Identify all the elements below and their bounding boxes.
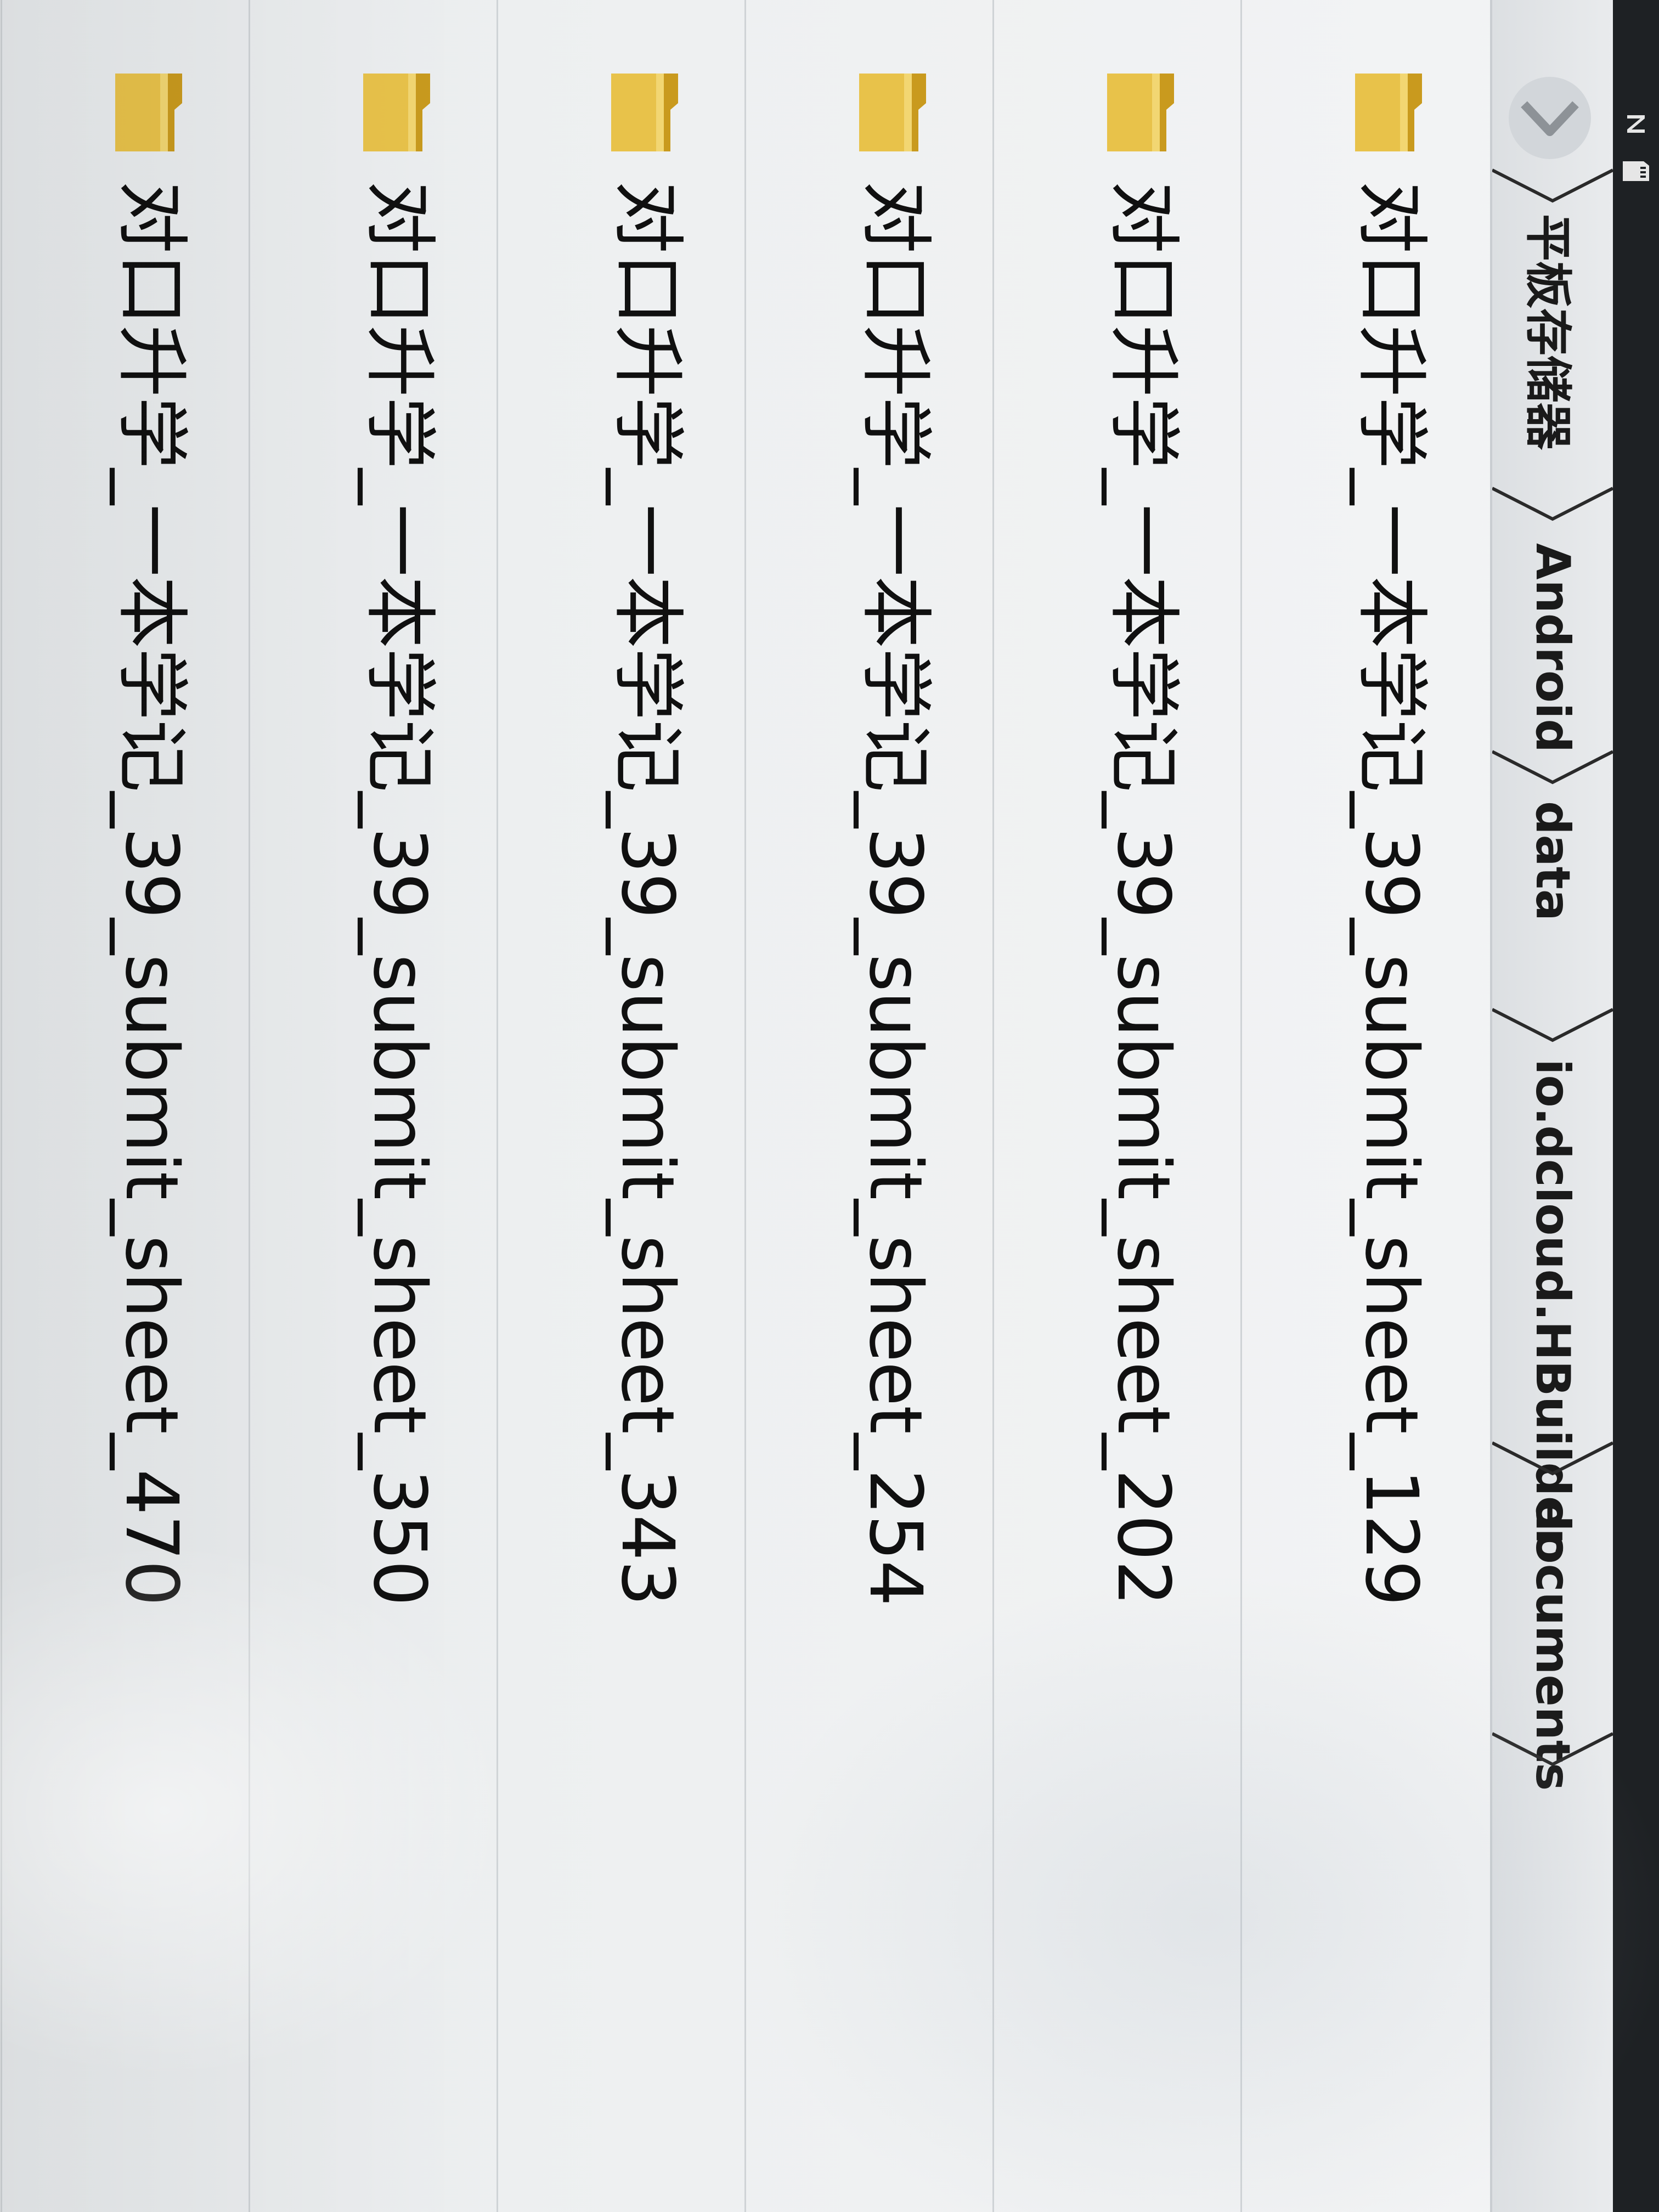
- file-name: 对口升学_一本学记_39_submit_sheet_254: [853, 181, 938, 1606]
- list-item[interactable]: 对口升学_一本学记_39_submit_sheet_350: [249, 0, 498, 2212]
- breadcrumb-separator: [1492, 1008, 1613, 1042]
- breadcrumb-separator: [1492, 487, 1613, 521]
- breadcrumb-separator: [1492, 1441, 1613, 1476]
- breadcrumb-item-data[interactable]: data: [1492, 801, 1613, 921]
- breadcrumb-item-label: data: [1525, 801, 1580, 921]
- list-item[interactable]: 对口升学_一本学记_39_submit_sheet_343: [496, 0, 746, 2212]
- file-name: 对口升学_一本学记_39_submit_sheet_470: [109, 181, 194, 1606]
- breadcrumb-item-tablet-storage[interactable]: 平板存储器: [1492, 214, 1613, 450]
- file-manager-screen: 平板存储器 Android data io.dcloud.HBuilder do…: [0, 0, 1659, 2212]
- photo-frame: 平板存储器 Android data io.dcloud.HBuilder do…: [0, 0, 1659, 2212]
- breadcrumb: 平板存储器 Android data io.dcloud.HBuilder do…: [1490, 0, 1613, 2212]
- folder-icon: [1355, 74, 1422, 151]
- folder-icon: [859, 74, 926, 151]
- folder-icon: [115, 74, 182, 151]
- file-name: 对口升学_一本学记_39_submit_sheet_350: [357, 181, 442, 1606]
- list-item[interactable]: 对口升学_一本学记_39_submit_sheet_470: [1, 0, 250, 2212]
- breadcrumb-item-android[interactable]: Android: [1492, 543, 1613, 753]
- list-item[interactable]: 对口升学_一本学记_39_submit_sheet_202: [992, 0, 1242, 2212]
- file-name: 对口升学_一本学记_39_submit_sheet_343: [605, 181, 690, 1606]
- sd-card-icon: [1622, 157, 1650, 185]
- file-name: 对口升学_一本学记_39_submit_sheet_129: [1349, 181, 1434, 1606]
- folder-icon: [611, 74, 678, 151]
- list-item[interactable]: 对口升学_一本学记_39_submit_sheet_129: [1240, 0, 1490, 2212]
- signal-n-icon: [1622, 110, 1650, 138]
- list-item[interactable]: 对口升学_一本学记_39_submit_sheet_254: [744, 0, 994, 2212]
- folder-icon: [1107, 74, 1174, 151]
- file-name: 对口升学_一本学记_39_submit_sheet_202: [1101, 181, 1186, 1606]
- breadcrumb-item-label: Android: [1525, 543, 1580, 753]
- breadcrumb-separator: [1492, 750, 1613, 785]
- status-icons: [1617, 110, 1655, 185]
- breadcrumb-item-label: 平板存储器: [1520, 214, 1576, 450]
- breadcrumb-separator: [1492, 1732, 1613, 1767]
- status-bar: [1613, 0, 1659, 2212]
- breadcrumb-separator: [1492, 168, 1613, 203]
- chevron-right-icon[interactable]: [1509, 77, 1591, 159]
- file-list: 对口升学_一本学记_39_submit_sheet_129 对口升学_一本学记_…: [0, 0, 1490, 2212]
- folder-icon: [363, 74, 430, 151]
